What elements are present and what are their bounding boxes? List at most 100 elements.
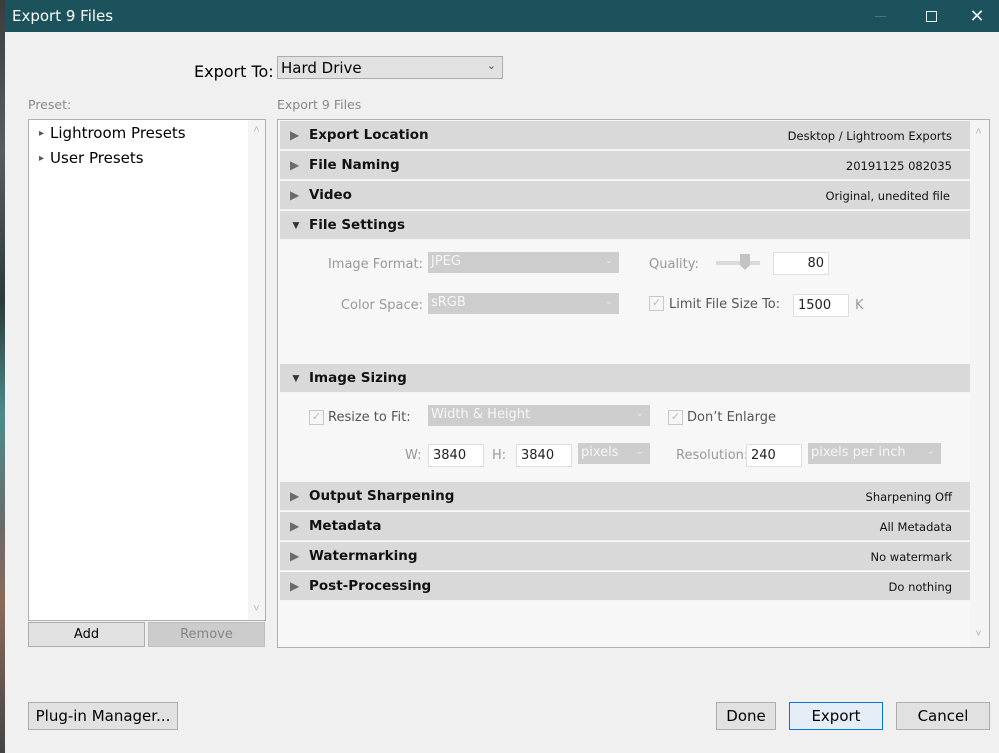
collapsed-arrow-icon: ▶ <box>290 579 300 593</box>
preset-folder-label: User Presets <box>50 149 144 167</box>
chevron-down-icon: ⌄ <box>604 296 613 307</box>
scroll-up-icon[interactable]: ˄ <box>248 122 265 139</box>
export-to-value: Hard Drive <box>281 59 362 77</box>
limit-file-size-checkbox[interactable]: ✓ <box>649 296 664 311</box>
expanded-arrow-icon: ▼ <box>290 218 302 232</box>
section-summary: Original, unedited file <box>825 189 950 203</box>
preset-scrollbar[interactable]: ˄ ˅ <box>248 120 265 620</box>
height-label: H: <box>492 448 507 463</box>
remove-preset-button[interactable]: Remove <box>148 622 265 647</box>
section-metadata[interactable]: ▶ Metadata All Metadata <box>280 512 970 541</box>
size-units-select[interactable]: pixels ⌄ <box>578 443 650 464</box>
section-summary: Do nothing <box>888 580 952 594</box>
chevron-down-icon: ⌄ <box>926 446 935 457</box>
collapsed-arrow-icon: ▶ <box>290 519 300 533</box>
size-units-value: pixels <box>581 445 619 460</box>
resize-mode-value: Width & Height <box>431 407 531 422</box>
minimize-icon <box>874 15 886 17</box>
color-space-label: Color Space: <box>340 298 423 313</box>
height-input[interactable]: 3840 <box>516 444 572 467</box>
section-summary: Desktop / Lightroom Exports <box>787 129 952 143</box>
expanded-arrow-icon: ▼ <box>290 371 302 385</box>
scroll-down-icon[interactable]: ˅ <box>970 626 987 643</box>
section-title: File Settings <box>309 217 406 233</box>
collapsed-arrow-icon: ▶ <box>290 489 300 503</box>
collapsed-arrow-icon: ▶ <box>290 128 300 142</box>
maximize-icon <box>925 10 937 22</box>
expand-triangle-icon[interactable]: ▸ <box>39 153 44 164</box>
chevron-down-icon: ⌄ <box>635 446 644 457</box>
chevron-down-icon: ⌄ <box>635 408 644 419</box>
section-title: Output Sharpening <box>309 488 455 504</box>
export-button[interactable]: Export <box>789 702 883 730</box>
quality-label: Quality: <box>649 257 699 272</box>
preset-label: Preset: <box>28 97 72 112</box>
section-video[interactable]: ▶ Video Original, unedited file <box>280 181 970 210</box>
section-summary: Sharpening Off <box>865 490 952 504</box>
resolution-input[interactable]: 240 <box>746 444 802 467</box>
section-title: Metadata <box>309 518 382 534</box>
chevron-down-icon: ⌄ <box>486 59 496 72</box>
close-button[interactable]: ✕ <box>954 0 999 32</box>
width-input[interactable]: 3840 <box>428 444 484 467</box>
collapsed-arrow-icon: ▶ <box>290 158 300 172</box>
resolution-units-select[interactable]: pixels per inch ⌄ <box>808 443 941 464</box>
minimize-button[interactable] <box>857 0 903 32</box>
preset-tree: ▸ Lightroom Presets ▸ User Presets ˄ ˅ <box>28 119 266 621</box>
scroll-up-icon[interactable]: ˄ <box>970 124 987 141</box>
scroll-down-icon[interactable]: ˅ <box>248 601 265 618</box>
dont-enlarge-label: Don’t Enlarge <box>687 410 776 425</box>
width-label: W: <box>405 448 422 463</box>
export-to-select[interactable]: Hard Drive ⌄ <box>277 56 503 79</box>
settings-panel: ▶ Export Location Desktop / Lightroom Ex… <box>277 119 990 648</box>
image-format-value: JPEG <box>431 254 461 269</box>
section-watermarking[interactable]: ▶ Watermarking No watermark <box>280 542 970 571</box>
limit-file-size-input[interactable]: 1500 <box>793 294 849 317</box>
section-title: Image Sizing <box>309 370 407 386</box>
quality-slider-thumb[interactable] <box>740 254 750 270</box>
section-export-location[interactable]: ▶ Export Location Desktop / Lightroom Ex… <box>280 121 970 150</box>
image-format-select[interactable]: JPEG ⌄ <box>428 252 619 273</box>
close-icon: ✕ <box>969 6 985 26</box>
done-button[interactable]: Done <box>716 702 776 730</box>
preset-folder-lightroom[interactable]: ▸ Lightroom Presets <box>39 124 186 142</box>
section-output-sharpening[interactable]: ▶ Output Sharpening Sharpening Off <box>280 482 970 511</box>
check-icon: ✓ <box>651 297 662 309</box>
section-image-sizing[interactable]: ▼ Image Sizing <box>280 364 970 393</box>
section-title: Video <box>309 187 352 203</box>
maximize-button[interactable] <box>908 0 954 32</box>
settings-scrollbar[interactable]: ˄ ˅ <box>970 120 989 647</box>
section-file-naming[interactable]: ▶ File Naming 20191125 082035 <box>280 151 970 180</box>
export-dialog: Export 9 Files ✕ Export To: Hard Drive ⌄… <box>5 0 999 753</box>
section-summary: 20191125 082035 <box>845 159 952 173</box>
plugin-manager-button[interactable]: Plug-in Manager... <box>28 702 178 730</box>
quality-slider-track[interactable] <box>716 261 760 265</box>
title-bar: Export 9 Files ✕ <box>5 0 999 32</box>
dont-enlarge-checkbox[interactable]: ✓ <box>668 410 683 425</box>
quality-input[interactable]: 80 <box>773 252 829 275</box>
check-icon: ✓ <box>311 411 322 423</box>
section-post-processing[interactable]: ▶ Post-Processing Do nothing <box>280 572 970 601</box>
section-title: Post-Processing <box>309 578 432 594</box>
preset-folder-user[interactable]: ▸ User Presets <box>39 149 144 167</box>
expand-triangle-icon[interactable]: ▸ <box>39 128 44 139</box>
collapsed-arrow-icon: ▶ <box>290 188 300 202</box>
section-title: Watermarking <box>309 548 418 564</box>
section-summary: All Metadata <box>879 520 952 534</box>
add-preset-button[interactable]: Add <box>28 622 145 647</box>
chevron-down-icon: ⌄ <box>604 255 613 266</box>
check-icon: ✓ <box>670 411 681 423</box>
export-to-label: Export To: <box>194 62 274 81</box>
resize-to-fit-checkbox[interactable]: ✓ <box>309 410 324 425</box>
resolution-units-value: pixels per inch <box>811 445 906 460</box>
image-format-label: Image Format: <box>327 257 423 272</box>
export-files-label: Export 9 Files <box>277 97 362 112</box>
cancel-button[interactable]: Cancel <box>896 702 990 730</box>
window-title: Export 9 Files <box>12 7 114 25</box>
limit-file-size-label: Limit File Size To: <box>669 297 781 312</box>
color-space-select[interactable]: sRGB ⌄ <box>428 293 619 314</box>
resize-mode-select[interactable]: Width & Height ⌄ <box>428 405 650 426</box>
resize-to-fit-label: Resize to Fit: <box>328 410 411 425</box>
section-file-settings[interactable]: ▼ File Settings <box>280 211 970 240</box>
resolution-label: Resolution: <box>676 448 749 463</box>
